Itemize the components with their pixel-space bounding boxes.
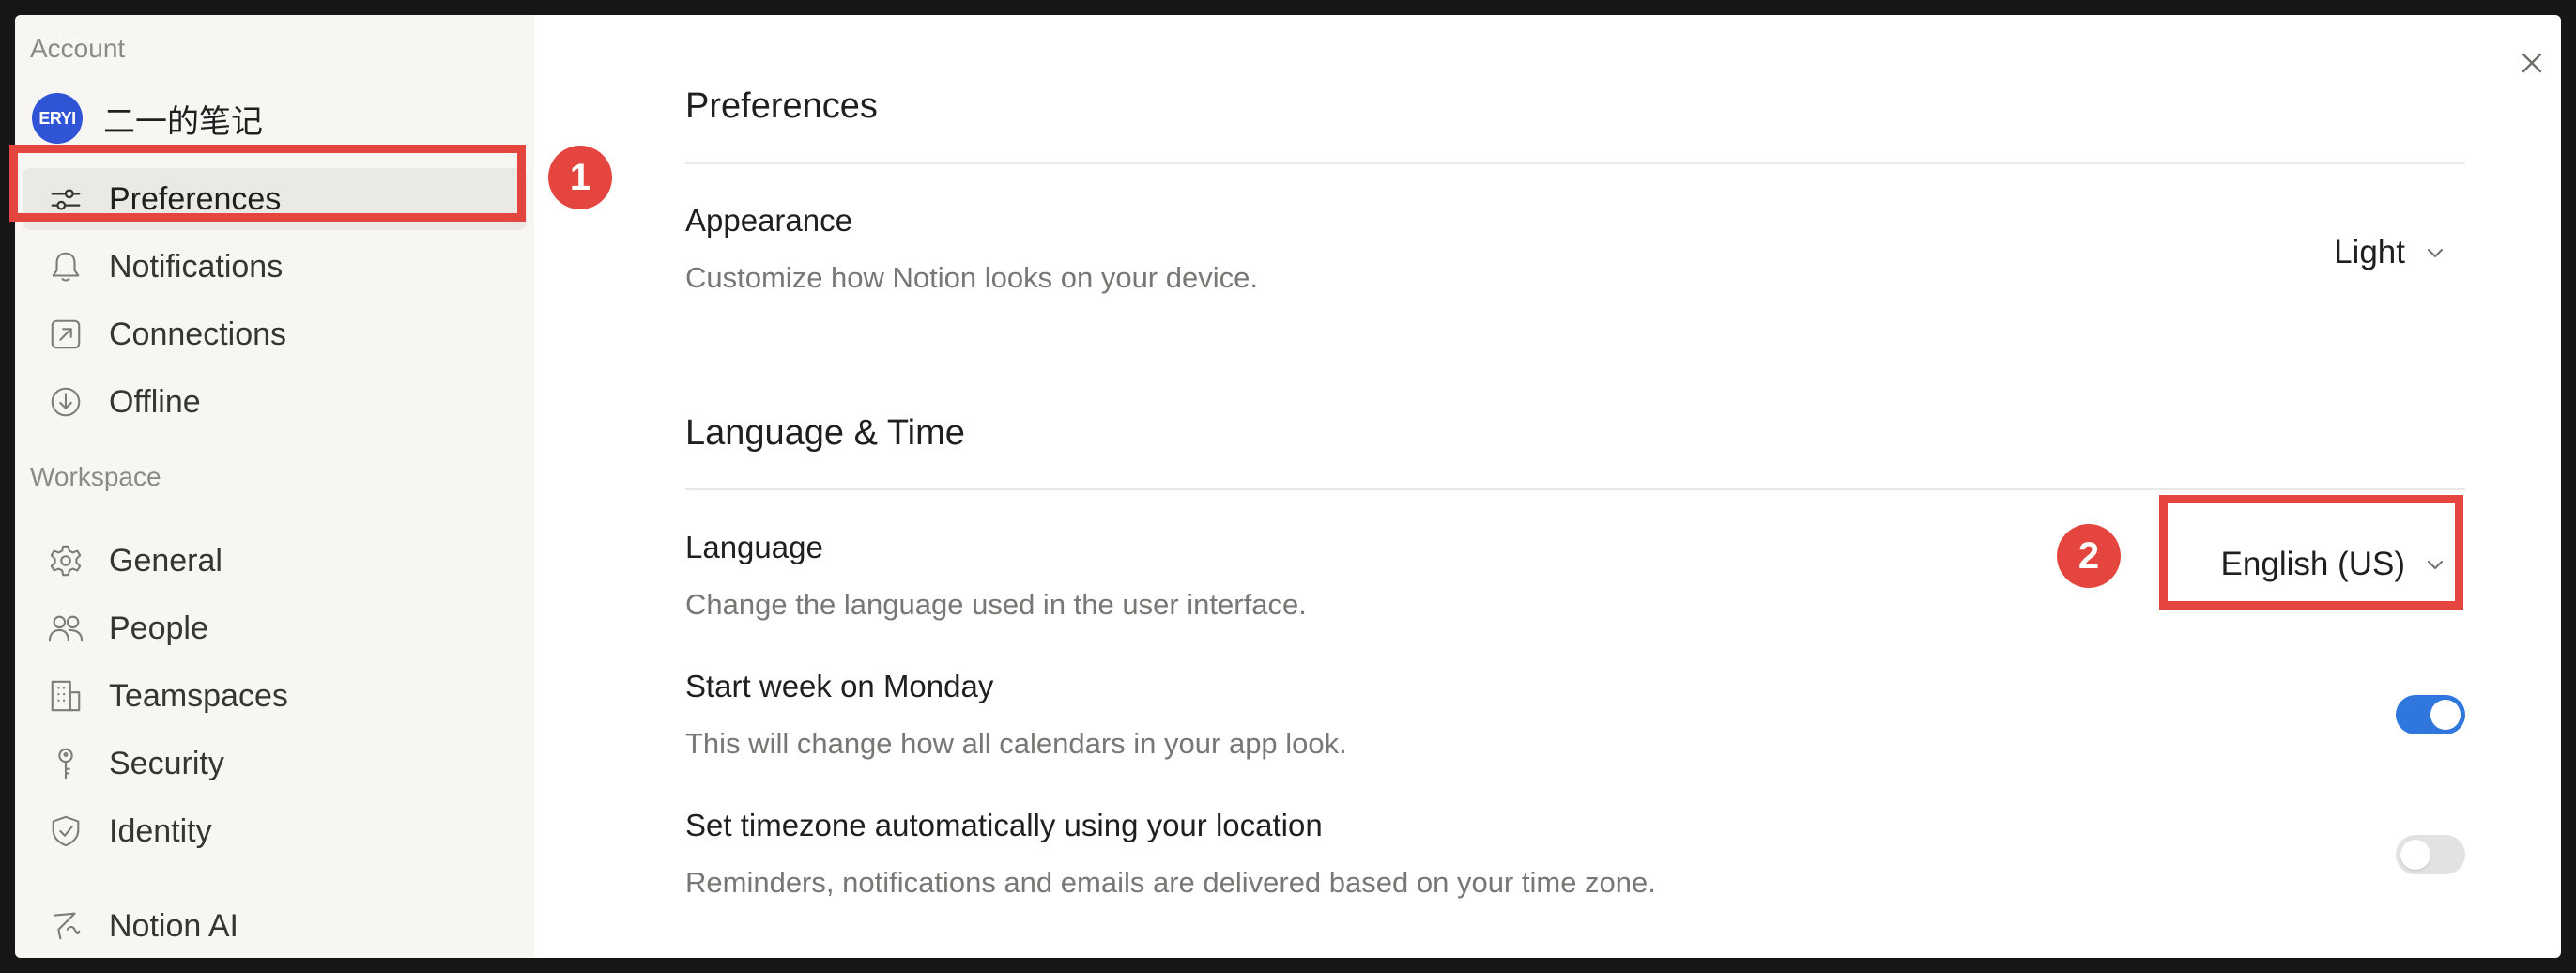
timezone-description: Reminders, notifications and emails are … [685, 866, 1656, 899]
sidebar-item-label: Notifications [109, 248, 284, 285]
sidebar-item-security[interactable]: Security [23, 733, 527, 795]
language-value: English (US) [2220, 546, 2405, 582]
sidebar-item-label: General [109, 542, 222, 579]
key-icon [45, 743, 86, 784]
sidebar-item-teamspaces[interactable]: Teamspaces [23, 665, 527, 727]
sidebar-item-label: Security [109, 745, 224, 781]
toggle-knob [2400, 840, 2430, 870]
account-row[interactable]: ERYI 二一的笔记 [32, 92, 263, 145]
appearance-description: Customize how Notion looks on your devic… [685, 261, 1258, 294]
avatar: ERYI [32, 93, 83, 144]
language-title: Language [685, 530, 823, 564]
gear-icon [45, 540, 86, 581]
appearance-title: Appearance [685, 203, 852, 238]
preferences-heading: Preferences [685, 86, 878, 126]
people-icon [45, 608, 86, 649]
sidebar-item-preferences[interactable]: Preferences [23, 168, 527, 230]
language-time-heading: Language & Time [685, 413, 965, 453]
download-circle-icon [45, 381, 86, 423]
sidebar-item-general[interactable]: General [23, 530, 527, 592]
sliders-icon [45, 178, 86, 220]
chevron-down-icon [2428, 561, 2443, 569]
step-badge-1: 1 [548, 146, 612, 209]
language-description: Change the language used in the user int… [685, 588, 1307, 621]
sidebar-item-label: Identity [109, 812, 212, 849]
sidebar-item-connections[interactable]: Connections [23, 303, 527, 365]
appearance-select[interactable]: Light [2174, 227, 2446, 278]
sidebar-item-label: Preferences [109, 180, 282, 217]
divider [685, 162, 2465, 164]
notion-ai-icon [45, 905, 86, 947]
sidebar-item-identity[interactable]: Identity [23, 800, 527, 862]
sidebar-item-people[interactable]: People [23, 597, 527, 659]
close-icon [2522, 53, 2542, 73]
sidebar-item-notifications[interactable]: Notifications [23, 236, 527, 298]
account-name: 二一的笔记 [103, 102, 263, 141]
account-section-label: Account [30, 34, 126, 63]
building-icon [45, 675, 86, 717]
start-week-title: Start week on Monday [685, 669, 994, 703]
sidebar-item-notion-ai[interactable]: Notion AI [23, 895, 527, 957]
sidebar-item-label: Offline [109, 383, 201, 420]
sidebar-item-label: People [109, 610, 208, 646]
arrow-up-right-square-icon [45, 314, 86, 355]
sidebar-item-label: Notion AI [109, 907, 238, 944]
sidebar-item-offline[interactable]: Offline [23, 371, 527, 433]
appearance-value: Light [2334, 234, 2405, 270]
step-badge-2: 2 [2057, 524, 2121, 588]
language-select[interactable]: English (US) [2174, 535, 2446, 594]
start-week-toggle[interactable] [2396, 695, 2465, 734]
workspace-section-label: Workspace [30, 462, 161, 491]
start-week-description: This will change how all calendars in yo… [685, 727, 1347, 760]
sidebar-item-label: Connections [109, 316, 287, 352]
sidebar-item-label: Teamspaces [109, 677, 288, 714]
bell-icon [45, 246, 86, 287]
settings-window: Account ERYI 二一的笔记 Preferences Notificat [15, 15, 2561, 958]
close-button[interactable] [2516, 47, 2548, 79]
shield-check-icon [45, 811, 86, 852]
timezone-title: Set timezone automatically using your lo… [685, 808, 1323, 842]
toggle-knob [2430, 700, 2461, 730]
divider [685, 488, 2465, 490]
timezone-toggle[interactable] [2396, 835, 2465, 874]
chevron-down-icon [2428, 249, 2443, 257]
settings-sidebar: Account ERYI 二一的笔记 Preferences Notificat [15, 15, 534, 958]
